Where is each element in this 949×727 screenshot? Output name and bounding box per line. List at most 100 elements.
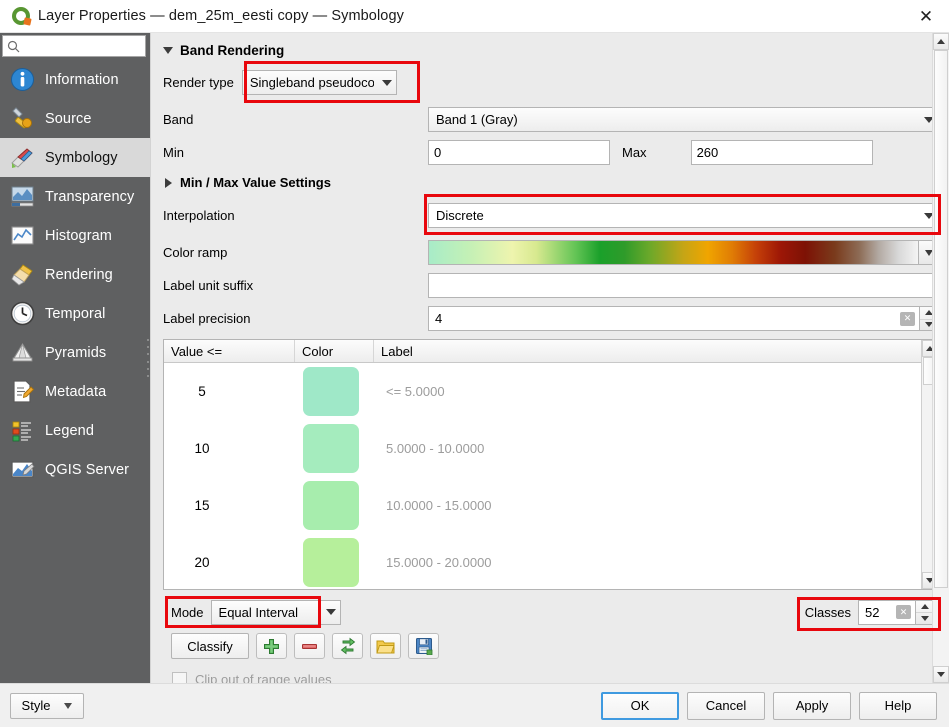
sidebar-item-histogram[interactable]: Histogram [0,216,150,255]
rendering-brush-icon [8,262,36,288]
label-precision-spinbox[interactable]: 4 ✕ [428,306,939,331]
row-value[interactable]: 15 [164,498,295,513]
scroll-down-icon[interactable] [933,666,949,683]
table-row[interactable]: 10 5.0000 - 10.0000 [164,420,921,477]
clear-icon[interactable]: ✕ [896,605,911,619]
clip-checkbox-label: Clip out of range values [195,672,332,683]
add-plus-icon[interactable] [256,633,287,659]
min-input[interactable]: 0 [428,140,610,165]
sidebar-item-qgis-server[interactable]: QGIS Server [0,450,150,489]
sidebar-item-source[interactable]: Source [0,99,150,138]
sort-arrows-icon[interactable] [332,633,363,659]
mode-label: Mode [171,604,204,620]
clip-out-of-range-row[interactable]: Clip out of range values [172,672,939,683]
style-button-label: Style [21,698,51,713]
classes-table-inner: Value <= Color Label 5 <= 5.0000 10 5.00… [164,340,921,589]
mode-select[interactable]: Equal Interval [210,599,341,625]
row-value[interactable]: 5 [164,384,295,399]
sidebar-item-transparency[interactable]: Transparency [0,177,150,216]
classes-table-body: 5 <= 5.0000 10 5.0000 - 10.0000 15 10.00… [164,363,921,589]
clip-checkbox[interactable] [172,672,187,683]
sidebar-item-label: Transparency [45,188,135,205]
min-max-settings-header[interactable]: Min / Max Value Settings [163,175,939,190]
classify-button[interactable]: Classify [171,633,249,659]
table-row[interactable]: 5 <= 5.0000 [164,363,921,420]
table-row[interactable]: 15 10.0000 - 15.0000 [164,477,921,534]
scrollbar-track[interactable] [933,50,949,666]
row-color-cell[interactable] [295,481,374,530]
label-precision-field[interactable]: 4 ✕ [428,306,920,331]
row-color-cell[interactable] [295,424,374,473]
symbology-brush-icon [8,145,36,171]
color-ramp-preview[interactable] [428,240,919,265]
sidebar-item-label: Information [45,71,119,88]
band-select[interactable]: Band 1 (Gray) [428,107,939,132]
interpolation-row: Interpolation Discrete [163,194,941,235]
column-header-label[interactable]: Label [374,340,921,362]
column-header-value[interactable]: Value <= [164,340,295,362]
sidebar-item-legend[interactable]: Legend [0,411,150,450]
sidebar-item-pyramids[interactable]: Pyramids [0,333,150,372]
ok-button[interactable]: OK [601,691,679,720]
color-swatch[interactable] [303,538,359,587]
column-header-color[interactable]: Color [295,340,374,362]
close-icon[interactable]: ✕ [903,0,949,33]
row-value[interactable]: 20 [164,555,295,570]
table-row[interactable]: 20 15.0000 - 20.0000 [164,534,921,589]
save-disk-icon[interactable] [408,633,439,659]
scroll-up-icon[interactable] [933,33,949,50]
symbology-panel: Band Rendering Render type Singleband ps… [150,33,949,683]
panel-scrollbar[interactable] [932,33,949,683]
label-unit-suffix-row: Label unit suffix [163,273,939,298]
remove-minus-icon[interactable] [294,633,325,659]
color-swatch[interactable] [303,367,359,416]
classify-toolbar: Classify [171,633,939,659]
color-swatch[interactable] [303,481,359,530]
sidebar-item-information[interactable]: Information [0,60,150,99]
max-input[interactable]: 260 [690,140,873,165]
label-precision-label: Label precision [163,311,251,326]
sidebar-item-temporal[interactable]: Temporal [0,294,150,333]
classes-value: 52 [865,604,880,620]
row-label[interactable]: <= 5.0000 [374,384,921,399]
label-precision-row: Label precision 4 ✕ [163,306,939,331]
row-label[interactable]: 5.0000 - 10.0000 [374,441,921,456]
help-button[interactable]: Help [859,691,937,720]
label-unit-suffix-input[interactable] [428,273,939,298]
max-value: 260 [696,145,719,160]
information-icon [8,67,36,93]
interpolation-value: Discrete [436,208,484,223]
row-label[interactable]: 15.0000 - 20.0000 [374,555,921,570]
apply-button[interactable]: Apply [773,691,851,720]
color-swatch[interactable] [303,424,359,473]
band-value: Band 1 (Gray) [436,112,518,127]
interpolation-select[interactable]: Discrete [428,203,939,228]
style-button[interactable]: Style [10,692,84,719]
classes-spinbox[interactable]: 52 ✕ [858,599,935,625]
cancel-button[interactable]: Cancel [687,691,765,720]
sidebar-item-symbology[interactable]: Symbology [0,138,150,177]
band-rendering-group-header[interactable]: Band Rendering [163,43,939,58]
render-type-select[interactable]: Singleband pseudocolor [241,70,397,95]
classes-table: Value <= Color Label 5 <= 5.0000 10 5.00… [163,339,939,590]
dialog-body: Information Source Symbology Transparenc… [0,33,949,683]
row-label[interactable]: 10.0000 - 15.0000 [374,498,921,513]
chevron-down-icon [64,702,73,709]
pyramids-icon [8,340,36,366]
label-unit-suffix-label: Label unit suffix [163,278,254,293]
classes-field[interactable]: 52 ✕ [858,599,916,625]
scrollbar-thumb[interactable] [934,50,948,588]
search-input[interactable] [23,38,141,54]
clear-icon[interactable]: ✕ [900,311,915,326]
symbology-content: Band Rendering Render type Singleband ps… [151,33,949,683]
search-box[interactable] [2,35,146,57]
classes-table-header: Value <= Color Label [164,340,921,363]
sidebar-item-rendering[interactable]: Rendering [0,255,150,294]
color-ramp-widget[interactable] [428,240,939,265]
row-color-cell[interactable] [295,538,374,587]
sidebar-item-metadata[interactable]: Metadata [0,372,150,411]
qgis-server-icon [8,457,36,483]
row-color-cell[interactable] [295,367,374,416]
row-value[interactable]: 10 [164,441,295,456]
open-folder-icon[interactable] [370,633,401,659]
